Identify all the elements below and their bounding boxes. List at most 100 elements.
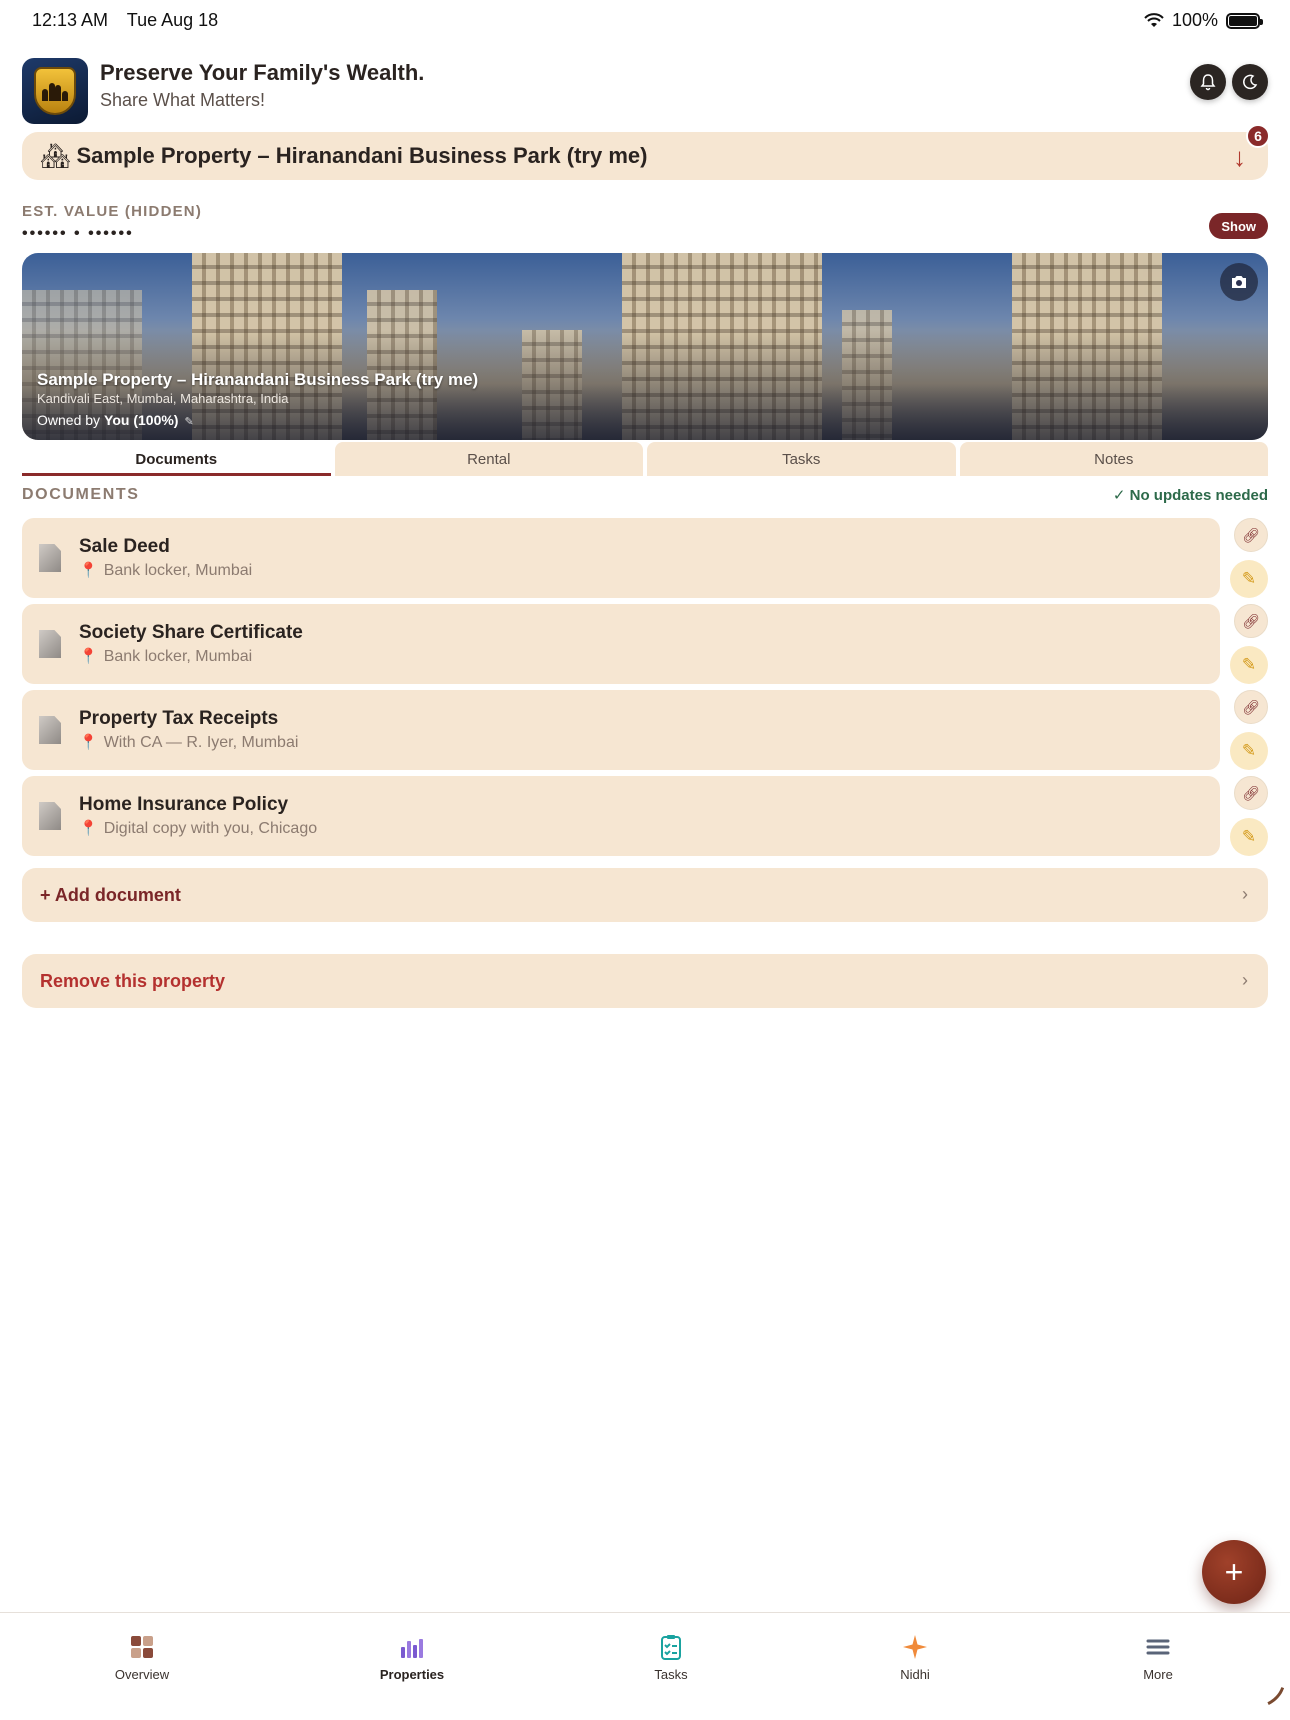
notifications-button[interactable] [1190,64,1226,100]
bottom-nav: Overview Properties Tasks Nidhi More [0,1612,1290,1720]
pencil-icon: ✎ [1241,741,1257,760]
house-icon: 🏘 [40,142,71,170]
property-selector[interactable]: 🏘 Sample Property – Hiranandani Business… [22,124,1270,180]
moon-icon [1243,74,1258,90]
nav-label: Properties [379,1667,445,1682]
document-location: Digital copy with you, Chicago [103,820,318,837]
shield-icon [34,67,76,115]
pin-icon: 📍 [79,734,98,751]
wifi-icon [1144,12,1164,27]
property-tabs: Documents Rental Tasks Notes [22,442,1268,476]
bell-icon [1200,74,1216,91]
owned-by-label: Owned by [37,412,101,428]
battery-icon [1226,12,1263,29]
status-bar: 12:13 AM Tue Aug 18 100% [0,0,1290,44]
nav-tasks[interactable]: Tasks [601,1633,741,1682]
document-title: Property Tax Receipts [79,708,279,729]
document-card[interactable]: Society Share Certificate 📍 Bank locker, … [22,604,1220,684]
property-hero-image: Sample Property – Hiranandani Business P… [22,253,1268,440]
properties-chart-icon [401,1639,423,1658]
menu-icon [1146,1639,1170,1655]
document-location: Bank locker, Mumbai [103,562,253,579]
edit-button[interactable]: ✎ [1230,732,1268,770]
pin-icon: 📍 [79,648,98,665]
notification-badge: 6 [1246,124,1270,148]
overview-grid-icon [131,1636,153,1658]
camera-icon [1232,276,1246,288]
tab-notes[interactable]: Notes [959,442,1268,476]
chevron-right-icon: › [1242,884,1248,904]
document-card[interactable]: Property Tax Receipts 📍 With CA — R. Iyer… [22,690,1220,770]
list-item: Society Share Certificate 📍 Bank locker, … [22,604,1268,684]
add-document-button[interactable]: + Add document › [22,868,1268,922]
remove-property-button[interactable]: Remove this property › [22,954,1268,1008]
brand-title: Preserve Your Family's Wealth. [100,60,425,85]
est-value-masked: •••••• • •••••• [22,225,134,242]
pencil-icon[interactable]: ✎ [184,416,193,428]
document-title: Society Share Certificate [79,622,303,643]
add-fab-button[interactable]: + [1202,1540,1266,1604]
show-value-button[interactable]: Show [1209,213,1268,239]
hero-title: Sample Property – Hiranandani Business P… [37,370,479,389]
est-value-label: EST. VALUE (HIDDEN) [22,203,203,220]
pencil-icon: ✎ [1241,827,1257,846]
file-icon [39,544,61,572]
hero-location: Kandivali East, Mumbai, Maharashtra, Ind… [37,391,289,406]
arrow-down-icon[interactable]: ↓ [1233,142,1246,173]
chevron-right-icon: › [1242,970,1248,990]
link-button[interactable]: 🔗︎ [1234,518,1268,552]
nav-properties[interactable]: Properties [342,1633,482,1682]
owner-value[interactable]: You (100%) [104,412,178,428]
document-card[interactable]: Sale Deed 📍 Bank locker, Mumbai [22,518,1220,598]
brand-subtitle: Share What Matters! [100,90,266,110]
status-date: Tue Aug 18 [126,10,219,30]
pencil-icon: ✎ [1241,569,1257,588]
file-icon [39,802,61,830]
nav-label: More [1143,1667,1173,1682]
file-icon [39,630,61,658]
document-location: With CA — R. Iyer, Mumbai [103,734,299,751]
tab-tasks[interactable]: Tasks [647,442,956,476]
document-location: Bank locker, Mumbai [103,648,253,665]
link-button[interactable]: 🔗︎ [1234,604,1268,638]
tasks-clipboard-icon [661,1635,681,1660]
nav-label: Tasks [654,1667,688,1682]
pin-icon: 📍 [79,562,98,579]
sparkle-icon [903,1635,927,1659]
tab-rental[interactable]: Rental [334,442,643,476]
change-photo-button[interactable] [1220,263,1258,301]
pin-icon: 📍 [79,820,98,837]
edit-button[interactable]: ✎ [1230,818,1268,856]
nav-overview[interactable]: Overview [72,1633,212,1682]
pencil-stroke-indicator [1245,1677,1285,1717]
document-card[interactable]: Home Insurance Policy 📍 Digital copy with… [22,776,1220,856]
list-item: Property Tax Receipts 📍 With CA — R. Iyer… [22,690,1268,770]
link-icon: 🔗︎ [1242,612,1260,629]
remove-property-label: Remove this property [40,970,226,991]
edit-button[interactable]: ✎ [1230,646,1268,684]
nav-nidhi[interactable]: Nidhi [845,1633,985,1682]
list-item: Sale Deed 📍 Bank locker, Mumbai 🔗︎ ✎ [22,518,1268,598]
battery-percent: 100% [1171,10,1218,30]
documents-status: ✓ No updates needed [1112,487,1268,504]
add-document-label: + Add document [40,884,181,905]
app-logo [22,58,88,124]
tab-documents[interactable]: Documents [22,442,331,476]
pencil-icon: ✎ [1241,655,1257,674]
list-item: Home Insurance Policy 📍 Digital copy with… [22,776,1268,856]
nav-label: Nidhi [900,1667,930,1682]
nav-label: Overview [114,1667,170,1682]
edit-button[interactable]: ✎ [1230,560,1268,598]
link-icon: 🔗︎ [1242,698,1260,715]
status-time: 12:13 AM [32,10,109,30]
dark-mode-button[interactable] [1232,64,1268,100]
file-icon [39,716,61,744]
nav-more[interactable]: More [1088,1633,1228,1682]
property-name: Sample Property – Hiranandani Business P… [76,143,648,168]
app-header: Preserve Your Family's Wealth. Share Wha… [22,58,1268,124]
link-icon: 🔗︎ [1242,526,1260,543]
link-icon: 🔗︎ [1242,784,1260,801]
hero-owner: Owned by You (100%) ✎ [37,412,194,428]
link-button[interactable]: 🔗︎ [1234,690,1268,724]
link-button[interactable]: 🔗︎ [1234,776,1268,810]
